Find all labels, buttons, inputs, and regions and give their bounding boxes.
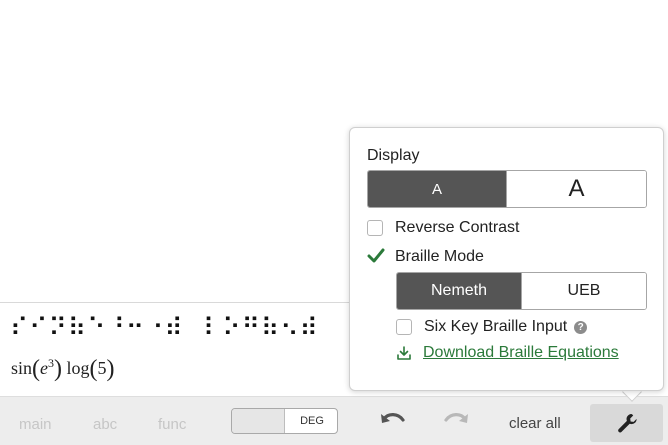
deg-label: DEG [300, 415, 324, 427]
math-expression[interactable]: sin(e3) log(5) [11, 356, 115, 383]
download-icon [397, 346, 411, 360]
reverse-contrast-label: Reverse Contrast [395, 219, 520, 236]
angle-mode-toggle[interactable]: DEG [231, 408, 338, 434]
braille-mode-option[interactable]: Braille Mode [367, 248, 484, 266]
tab-func[interactable]: func [158, 416, 186, 433]
six-key-option[interactable]: Six Key Braille Input ? [396, 318, 588, 336]
braille-mode-checkbox[interactable] [367, 248, 385, 265]
reverse-contrast-option[interactable]: Reverse Contrast [367, 219, 520, 237]
redo-button[interactable] [441, 409, 471, 435]
wrench-icon [618, 414, 637, 433]
six-key-label: Six Key Braille Input [424, 318, 568, 335]
keypad-bar: main abc func DEG clear all [0, 396, 668, 445]
font-size-small-option[interactable]: A [368, 171, 507, 207]
help-icon[interactable]: ? [574, 320, 588, 334]
undo-icon [381, 413, 405, 423]
font-size-selector: A A [367, 170, 647, 208]
expression-divider [0, 302, 370, 303]
redo-icon [444, 413, 468, 423]
clear-all-button[interactable]: clear all [509, 415, 561, 432]
toggle-knob [232, 409, 285, 433]
braille-code-selector: Nemeth UEB [396, 272, 647, 310]
braille-mode-label: Braille Mode [395, 248, 484, 265]
calculator-page: ⠎⠊⠝⠷⠑⠘⠒⠐⠾⠀⠇⠕⠛⠷⠢⠾ sin(e3) log(5) main abc… [0, 0, 668, 445]
open-paren: ( [32, 356, 41, 382]
nemeth-option[interactable]: Nemeth [397, 273, 522, 309]
six-key-checkbox[interactable] [396, 319, 412, 335]
function-log: log [66, 358, 90, 378]
display-heading: Display [367, 147, 420, 164]
open-paren-2: ( [89, 356, 98, 382]
checkmark-icon [367, 248, 385, 263]
ueb-option[interactable]: UEB [522, 273, 646, 309]
log-argument: 5 [97, 358, 107, 378]
settings-button[interactable] [590, 404, 663, 442]
close-paren-2: ) [106, 356, 115, 382]
settings-popover: Display A A Reverse Contrast Braille Mod… [349, 127, 664, 391]
tab-abc[interactable]: abc [93, 416, 117, 433]
braille-expression: ⠎⠊⠝⠷⠑⠘⠒⠐⠾⠀⠇⠕⠛⠷⠢⠾ [10, 313, 319, 342]
undo-button[interactable] [378, 409, 408, 435]
close-paren: ) [54, 356, 63, 382]
font-size-large-option[interactable]: A [507, 171, 646, 207]
base-e: e [40, 358, 49, 378]
download-braille-row[interactable]: Download Braille Equations [396, 344, 619, 362]
download-braille-link[interactable]: Download Braille Equations [423, 344, 619, 362]
tab-main[interactable]: main [19, 416, 52, 433]
reverse-contrast-checkbox[interactable] [367, 220, 383, 236]
function-sin: sin [11, 358, 33, 378]
